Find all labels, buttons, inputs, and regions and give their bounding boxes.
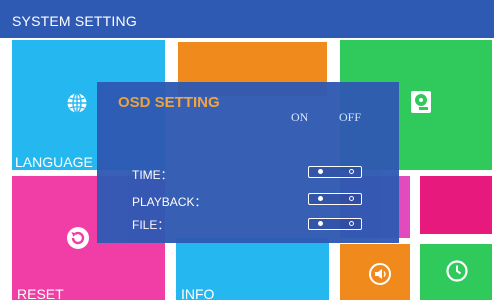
osd-title: OSD SETTING <box>118 94 220 111</box>
toggle-on-dot <box>318 169 323 174</box>
tile-reset-label: RESET <box>17 286 64 302</box>
tile-language-label: LANGUAGE <box>15 154 93 170</box>
hard-disk-icon <box>411 91 431 113</box>
tile-info[interactable]: INFO <box>176 238 329 302</box>
tile-clock[interactable] <box>420 244 492 300</box>
time-toggle[interactable] <box>308 166 362 178</box>
playback-toggle[interactable] <box>308 193 362 205</box>
osd-row-playback-label: PLAYBACK： <box>132 195 207 209</box>
header-bar: SYSTEM SETTING <box>0 0 494 38</box>
column-on-header: ON <box>291 110 309 124</box>
tile-info-label: INFO <box>181 286 215 302</box>
file-toggle[interactable] <box>308 218 362 230</box>
toggle-on-dot <box>318 196 323 201</box>
globe-icon <box>67 92 87 114</box>
clock-icon <box>446 260 468 282</box>
speaker-icon <box>369 263 391 285</box>
column-off-header: OFF <box>339 110 362 124</box>
tile-b[interactable] <box>420 176 492 234</box>
toggle-off-dot <box>349 221 354 226</box>
toggle-off-dot <box>349 169 354 174</box>
toggle-off-dot <box>349 196 354 201</box>
reset-icon <box>67 227 89 249</box>
osd-setting-dialog: OSD SETTING ON OFF TIME： PLAYBACK： FILE： <box>97 82 399 243</box>
tile-volume[interactable] <box>340 244 410 300</box>
toggle-on-dot <box>318 221 323 226</box>
osd-row-time-label: TIME： <box>132 168 173 182</box>
osd-row-file-label: FILE： <box>132 218 170 232</box>
system-setting-screen: SYSTEM SETTING LANGUAGE RESET INFO OSD S… <box>0 0 494 307</box>
page-title: SYSTEM SETTING <box>12 13 137 29</box>
